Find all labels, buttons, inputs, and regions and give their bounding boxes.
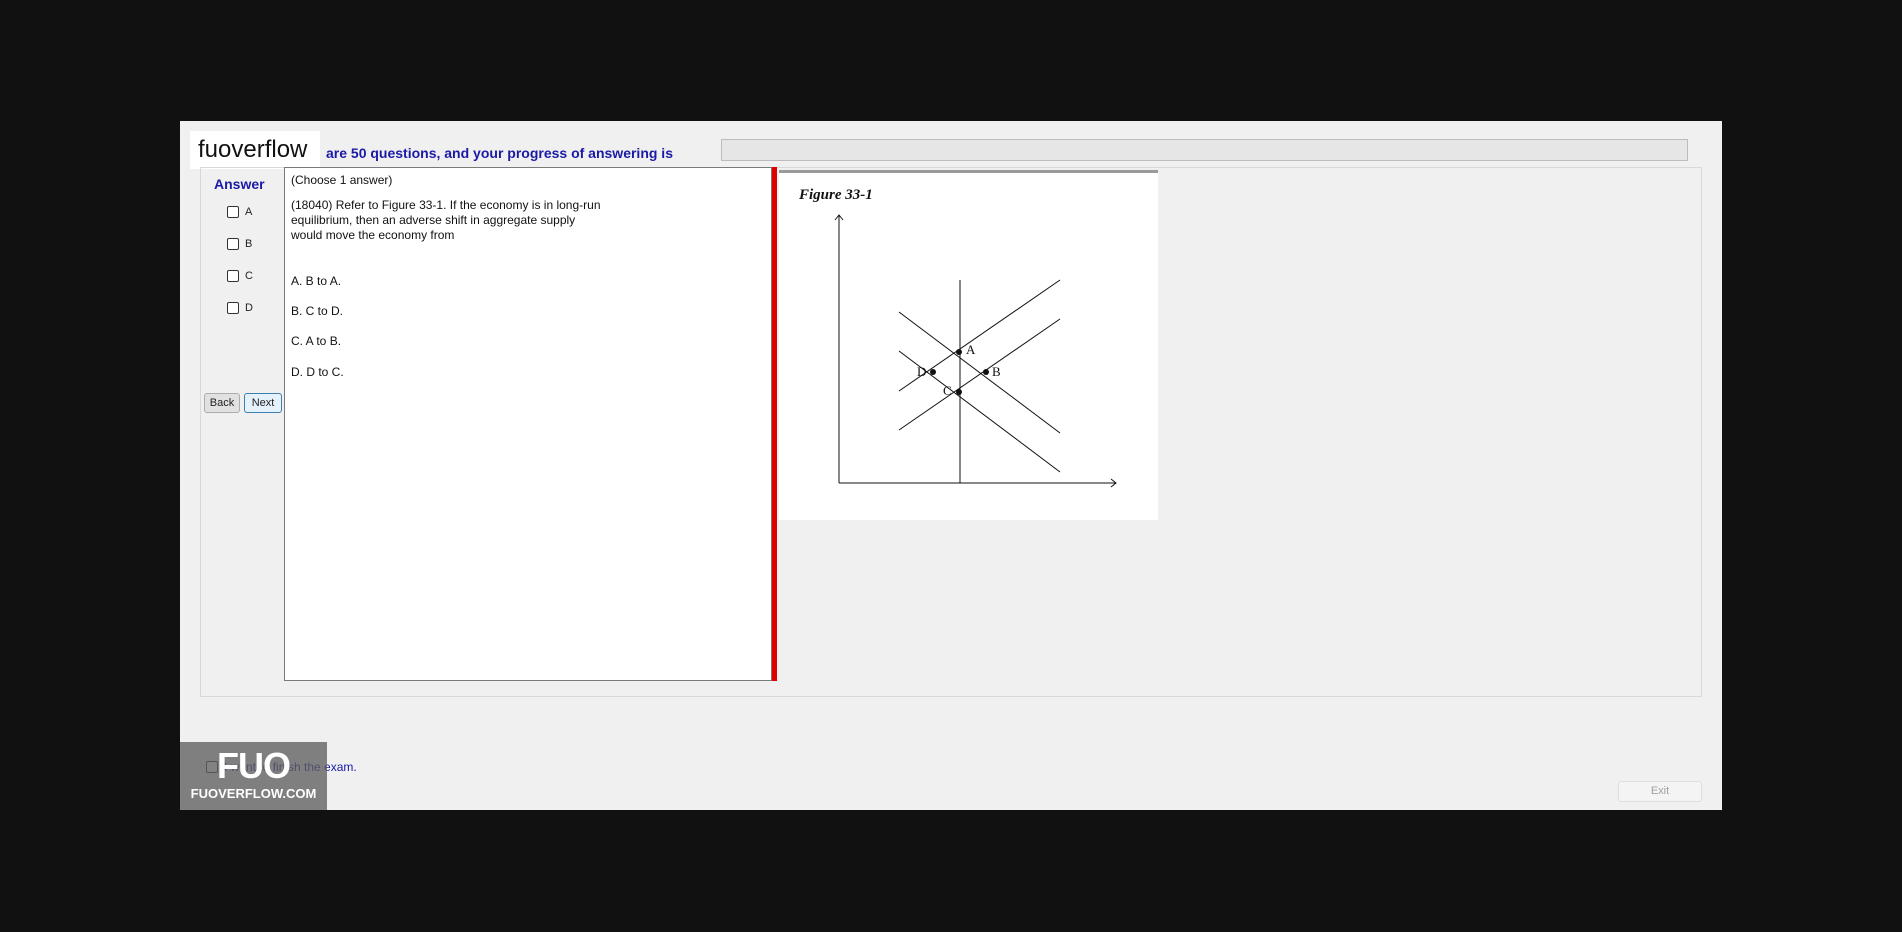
point-a-dot [956, 349, 962, 355]
progress-text: are 50 questions, and your progress of a… [326, 145, 673, 161]
point-d-dot [930, 369, 936, 375]
answer-option-d[interactable]: D [227, 300, 253, 316]
point-b-label: B [992, 364, 1001, 379]
choice-d: D. D to C. [291, 365, 344, 379]
point-c-dot [956, 389, 962, 395]
answer-option-label: B [245, 238, 253, 250]
point-b-dot [983, 369, 989, 375]
figure-panel: Figure 33-1 A B C D [779, 170, 1158, 520]
answer-option-label: A [245, 206, 253, 218]
next-button[interactable]: Next [244, 393, 282, 413]
answer-title: Answer [214, 176, 265, 192]
watermark-logo: FUO FUOVERFLOW.COM [180, 742, 327, 810]
answer-option-b[interactable]: B [227, 236, 252, 252]
panel-splitter[interactable] [772, 167, 777, 681]
choice-a: A. B to A. [291, 274, 342, 288]
checkbox-c[interactable] [227, 270, 239, 282]
question-panel: (Choose 1 answer) (18040) Refer to Figur… [284, 167, 772, 681]
choice-c: C. A to B. [291, 334, 342, 348]
answer-option-label: D [245, 302, 253, 314]
answer-option-label: C [245, 270, 253, 282]
choose-instruction: (Choose 1 answer) [291, 173, 393, 187]
point-d-label: D [917, 364, 926, 379]
logo-overlay: fuoverflow [190, 131, 320, 169]
watermark-brand: FUO [217, 745, 291, 786]
point-c-label: C [943, 383, 952, 398]
choice-b: B. C to D. [291, 304, 344, 318]
answer-option-c[interactable]: C [227, 268, 253, 284]
answer-option-a[interactable]: A [227, 204, 252, 220]
checkbox-d[interactable] [227, 302, 239, 314]
progress-bar [721, 139, 1688, 161]
question-line-1: (18040) Refer to Figure 33-1. If the eco… [291, 198, 601, 212]
watermark-site: FUOVERFLOW.COM [190, 786, 317, 801]
point-a-label: A [966, 342, 976, 357]
exam-window: fuoverflow are 50 questions, and your pr… [180, 121, 1722, 810]
checkbox-a[interactable] [227, 206, 239, 218]
question-line-2: equilibrium, then an adverse shift in ag… [291, 213, 576, 227]
figure-diagram: A B C D [834, 214, 1117, 488]
checkbox-b[interactable] [227, 238, 239, 250]
question-line-3: would move the economy from [291, 228, 455, 242]
exit-button[interactable]: Exit [1618, 781, 1702, 802]
back-button[interactable]: Back [204, 393, 240, 413]
